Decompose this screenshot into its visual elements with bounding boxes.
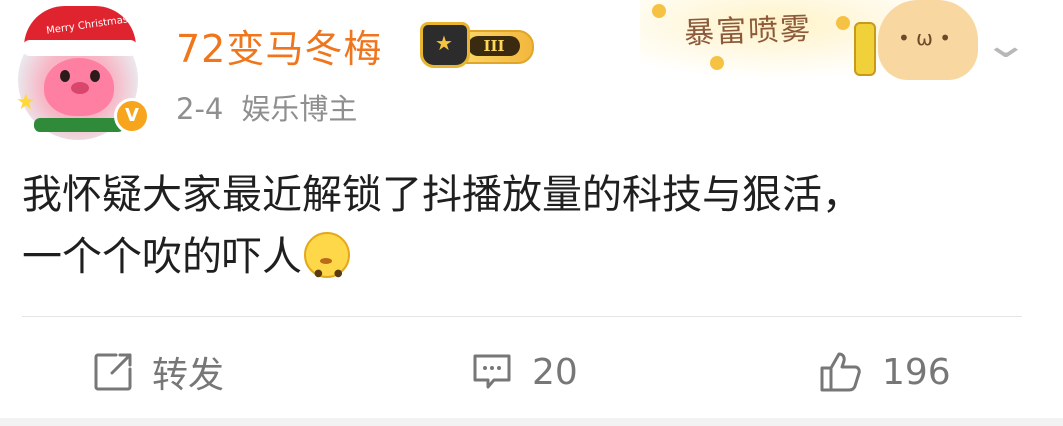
post-content-line-1: 我怀疑大家最近解锁了抖播放量的科技与狠活， [22,172,862,218]
cat-mascot-icon: • ω • [878,0,978,80]
hat-band [22,40,138,56]
repost-button[interactable]: 转发 [92,342,224,402]
repost-label: 转发 [152,355,225,396]
post-content-line-2: 一个个吹的吓人 ● ● [22,226,1022,288]
comment-count: 20 [532,351,578,393]
coin-icon [836,16,850,30]
cat-face: • ω • [898,26,952,50]
avatar-scarf [34,118,124,132]
chevron-down-icon[interactable]: ⌄ [982,22,1030,66]
post-content: 我怀疑大家最近解锁了抖播放量的科技与狠活， 一个个吹的吓人 ● ● [22,164,1022,288]
post-date: 2-4 [176,92,224,126]
coin-icon [710,56,724,70]
coin-icon [652,4,666,18]
level-badge[interactable]: III ★ [420,22,534,68]
avatar-nose [71,82,89,94]
comment-icon [473,354,511,389]
bottom-separator [0,418,1063,426]
crown-star-icon: ★ [435,31,453,55]
spray-bottle-icon [854,22,876,76]
crown-icon: ★ [420,22,470,68]
post-content-text-2: 一个个吹的吓人 [22,234,302,280]
promo-banner[interactable]: 暴富喷雾 • ω • [640,0,990,80]
avatar[interactable]: Merry Christmas ★ V [14,6,150,140]
verified-badge: V [114,98,150,134]
author-category: 娱乐博主 [241,92,358,126]
avatar-eye-left [60,70,70,82]
post-meta: 2-4 娱乐博主 [176,86,357,128]
comment-button[interactable]: 20 [470,342,578,402]
like-icon [820,352,861,392]
level-text: III [468,36,520,56]
avatar-eye-right [90,70,100,82]
promo-text: 暴富喷雾 [683,11,813,52]
like-count: 196 [882,351,951,393]
divider [22,316,1022,317]
emoji-mouth [320,258,332,264]
thinking-face-emoji-icon: ● ● [304,232,350,279]
star-icon: ★ [16,90,36,115]
author-name[interactable]: 72变马冬梅 [176,18,382,73]
like-button[interactable]: 196 [818,342,951,402]
emoji-eyes: ● ● [314,268,347,279]
repost-icon [94,353,132,391]
hat-text: Merry Christmas [45,14,129,37]
